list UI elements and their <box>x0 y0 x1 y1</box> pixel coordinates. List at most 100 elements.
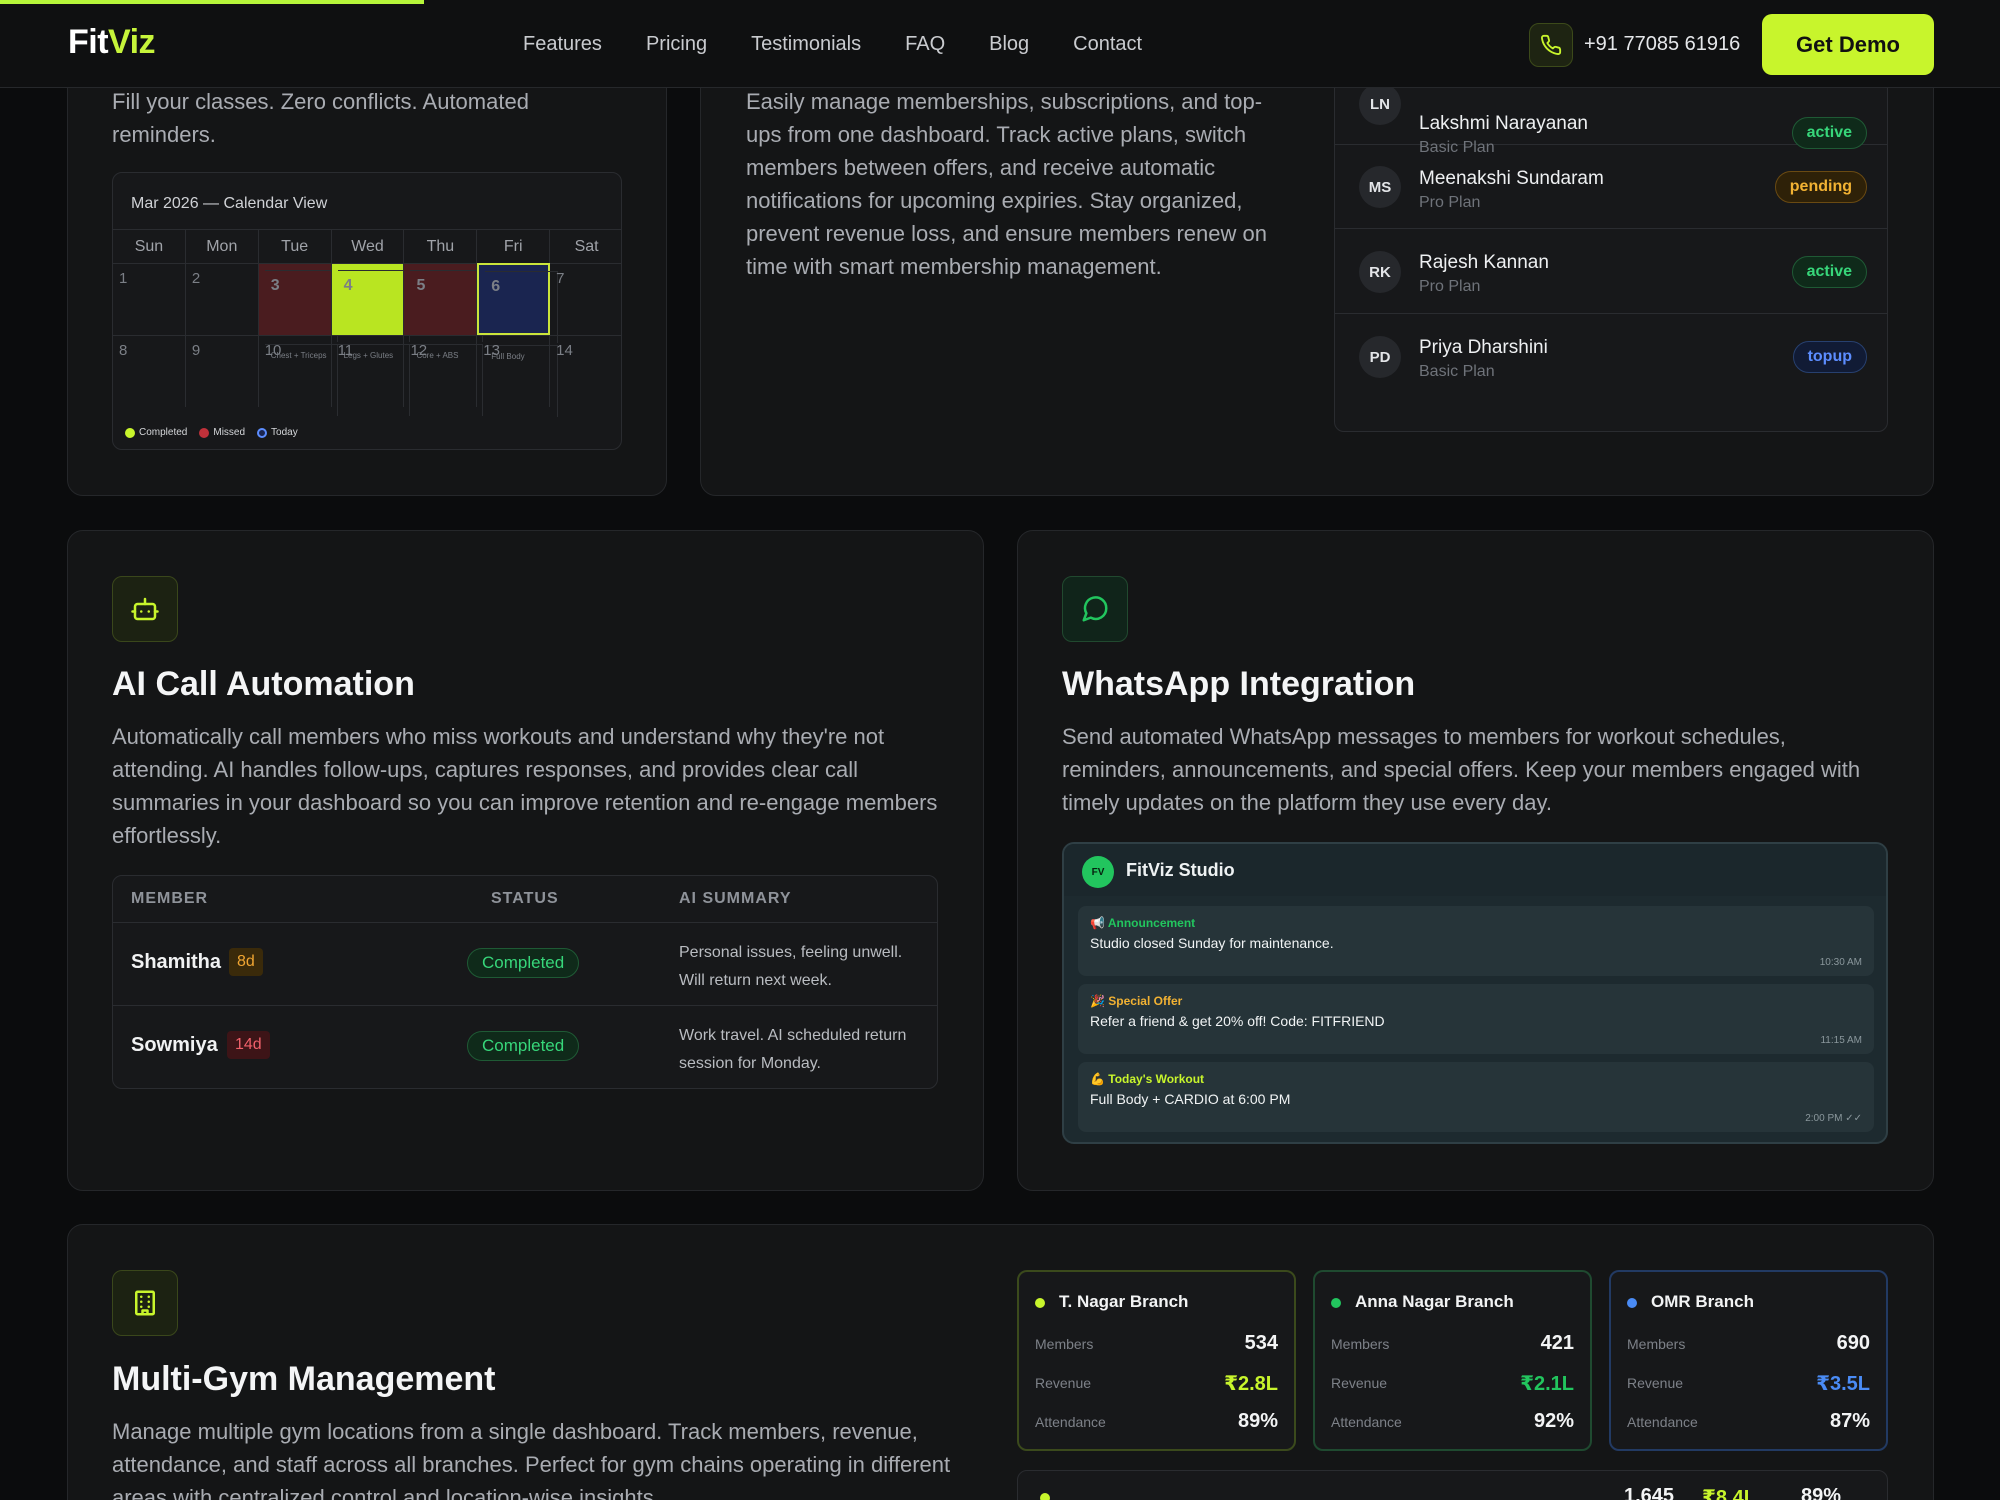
calendar-day[interactable]: 9 <box>185 335 259 407</box>
branch-status-dot <box>1035 1298 1045 1308</box>
revenue-value: ₹3.5L <box>1816 1373 1870 1395</box>
branch-name: Anna Nagar Branch <box>1355 1292 1514 1311</box>
nav-link-testimonials[interactable]: Testimonials <box>751 33 861 56</box>
message-tag: 🎉 Special Offer <box>1090 994 1183 1008</box>
day-number: 6 <box>485 271 559 343</box>
weekday-label: Wed <box>331 229 405 263</box>
branch-name: OMR Branch <box>1651 1292 1754 1311</box>
branch-card[interactable]: OMR Branch Members 690 Revenue ₹3.5L Att… <box>1609 1270 1888 1451</box>
day-number: 11 <box>337 342 354 359</box>
attendance-value: 87% <box>1829 1410 1870 1432</box>
weekday-label: Thu <box>404 229 478 263</box>
whatsapp-description: Send automated WhatsApp messages to memb… <box>1062 724 1861 815</box>
member-name: Priya Dharshini <box>1419 337 1548 358</box>
weekday-label: Tue <box>258 229 332 263</box>
scheduling-description: Fill your classes. Zero conflicts. Autom… <box>112 89 529 147</box>
multi-gym-description: Manage multiple gym locations from a sin… <box>112 1419 951 1500</box>
day-number: 1 <box>119 270 128 287</box>
attendance-value: 89% <box>1237 1410 1278 1432</box>
calendar-day-missed[interactable]: 3 Chest + Triceps <box>258 263 338 416</box>
calendar-day-completed[interactable]: 4 Legs + Glutes <box>331 263 411 416</box>
calendar-legend: Completed Missed Today <box>125 427 298 438</box>
calendar-day[interactable]: 13 <box>477 335 551 407</box>
member-name: Rajesh Kannan <box>1419 252 1549 273</box>
calendar-title: Mar 2026 — Calendar View <box>131 195 328 212</box>
message-time: 11:15 AM <box>1820 1035 1862 1046</box>
day-number: 5 <box>410 270 484 342</box>
calendar-day-today[interactable]: 6 Full Body <box>477 263 559 417</box>
nav-link-contact[interactable]: Contact <box>1073 33 1142 56</box>
chat-message: 🎉 Special Offer Refer a friend & get 20%… <box>1078 984 1874 1054</box>
ai-call-description: Automatically call members who miss work… <box>112 724 938 848</box>
avatar: LN <box>1359 83 1401 125</box>
branch-totals-bar: 1,645 ₹8.4L 89% <box>1017 1470 1888 1500</box>
nav-link-features[interactable]: Features <box>523 33 602 56</box>
table-row[interactable]: Sowmiya 14d Completed Work travel. AI sc… <box>113 1006 937 1088</box>
member-plan: Basic Plan <box>1419 363 1495 380</box>
day-number: 3 <box>264 270 338 342</box>
nav-link-pricing[interactable]: Pricing <box>646 33 707 56</box>
ai-call-card <box>67 530 984 1191</box>
member-row[interactable]: RK Rajesh Kannan Pro Plan active <box>1335 230 1887 314</box>
message-tag: 💪 Today's Workout <box>1090 1072 1205 1086</box>
average-attendance: 89% <box>1801 1485 1842 1500</box>
calendar-grid: Sun Mon Tue Wed Thu Fri Sat 1 2 3 Chest +… <box>113 229 621 417</box>
calendar-day[interactable]: 11 <box>331 335 405 407</box>
member-row[interactable]: PD Priya Dharshini Basic Plan topup <box>1335 315 1887 399</box>
call-status-badge: Completed <box>467 1031 580 1061</box>
total-members: 1,645 <box>1624 1485 1675 1500</box>
nav-links: Features Pricing Testimonials FAQ Blog C… <box>523 33 1142 56</box>
chat-message: 💪 Today's Workout Full Body + CARDIO at … <box>1078 1062 1874 1132</box>
calendar-day[interactable]: 8 <box>113 335 186 407</box>
status-badge: pending <box>1774 171 1867 203</box>
day-number: 10 <box>264 342 282 359</box>
branch-card[interactable]: Anna Nagar Branch Members 421 Revenue ₹2… <box>1313 1270 1592 1451</box>
branch-status-dot <box>1331 1298 1341 1308</box>
table-row[interactable]: Shamitha 8d Completed Personal issues, f… <box>113 923 937 1006</box>
calendar-day[interactable]: 7 <box>550 263 621 335</box>
avatar: MS <box>1359 166 1401 208</box>
phone-icon[interactable] <box>1529 23 1573 67</box>
legend-completed: Completed <box>125 427 187 438</box>
attendance-label: Attendance <box>1035 1414 1106 1430</box>
calendar-day-missed[interactable]: 5 Core + ABS <box>404 263 484 416</box>
branch-card[interactable]: T. Nagar Branch Members 534 Revenue ₹2.8… <box>1017 1270 1296 1451</box>
get-demo-button[interactable]: Get Demo <box>1762 14 1934 75</box>
branch-name: T. Nagar Branch <box>1059 1292 1189 1311</box>
members-label: Members <box>1627 1336 1686 1352</box>
calendar-day[interactable]: 12 <box>404 335 478 407</box>
legend-today: Today <box>257 427 298 438</box>
members-value: 421 <box>1540 1332 1574 1354</box>
totals-status-dot <box>1040 1493 1050 1500</box>
total-revenue: ₹8.4L <box>1702 1487 1756 1500</box>
column-header-member: MEMBER <box>131 890 209 907</box>
whatsapp-title: WhatsApp Integration <box>1062 665 1416 703</box>
multi-gym-title: Multi-Gym Management <box>112 1360 496 1398</box>
weekday-label: Fri <box>477 229 551 263</box>
calendar-day[interactable]: 2 <box>185 263 259 335</box>
top-navbar: FitViz Features Pricing Testimonials FAQ… <box>0 0 2000 88</box>
day-number: 4 <box>337 270 411 342</box>
member-name: Shamitha <box>131 951 222 973</box>
phone-number[interactable]: +91 77085 61916 <box>1584 33 1740 56</box>
whatsapp-chat-preview: FV FitViz Studio 📢 Announcement Studio c… <box>1062 842 1888 1144</box>
chat-message: 📢 Announcement Studio closed Sunday for … <box>1078 906 1874 976</box>
member-row[interactable]: MS Meenakshi Sundaram Pro Plan pending <box>1335 145 1887 229</box>
nav-link-faq[interactable]: FAQ <box>905 33 945 56</box>
calendar-weekday-header: Sun Mon Tue Wed Thu Fri Sat <box>113 229 621 263</box>
calendar-day[interactable]: 14 <box>550 335 621 407</box>
message-text: Studio closed Sunday for maintenance. <box>1090 935 1334 951</box>
day-number: 9 <box>191 342 201 359</box>
branch-status-dot <box>1627 1298 1637 1308</box>
logo[interactable]: FitViz <box>68 23 156 62</box>
legend-label: Missed <box>213 427 246 438</box>
member-name: Meenakshi Sundaram <box>1419 168 1604 189</box>
nav-link-blog[interactable]: Blog <box>989 33 1029 56</box>
weekday-label: Mon <box>185 229 259 263</box>
calendar-day[interactable]: 10 <box>258 335 332 407</box>
calendar-day[interactable]: 1 <box>113 263 186 335</box>
column-header-summary: AI SUMMARY <box>679 890 792 907</box>
revenue-label: Revenue <box>1331 1375 1388 1391</box>
scroll-progress-bar <box>0 0 424 4</box>
logo-text-viz: Viz <box>108 23 156 61</box>
